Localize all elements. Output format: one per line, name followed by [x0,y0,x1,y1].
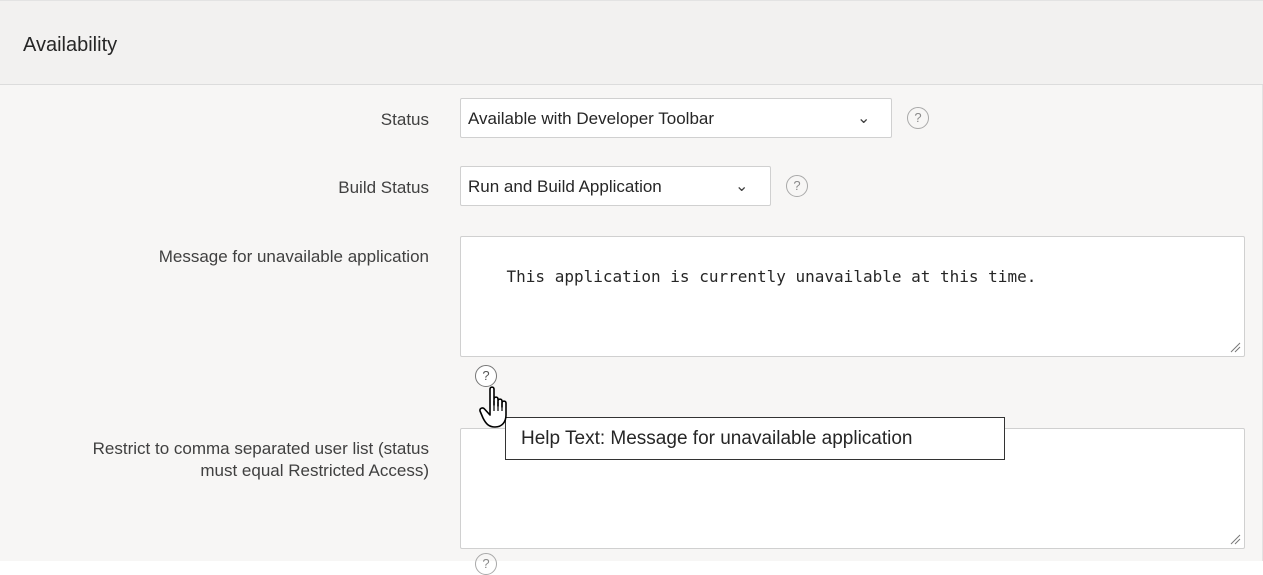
restrict-users-label: Restrict to comma separated user list (s… [0,438,429,482]
build-status-select-value: Run and Build Application [468,177,662,196]
build-status-help-icon[interactable]: ? [786,175,808,197]
build-status-label: Build Status [338,178,429,197]
unavailable-message-text: This application is currently unavailabl… [506,267,1037,286]
restrict-users-label-line1: Restrict to comma separated user list (s… [92,439,429,458]
status-label: Status [380,110,429,129]
availability-region: Availability Status Available with Devel… [0,0,1263,575]
region-title: Availability [23,34,118,56]
chevron-down-icon: ⌄ [735,178,749,195]
resize-handle-icon[interactable] [1229,533,1241,545]
resize-handle-icon[interactable] [1229,341,1241,353]
unavailable-message-textarea[interactable]: This application is currently unavailabl… [460,236,1245,357]
build-status-select[interactable]: Run and Build Application ⌄ [460,166,771,206]
region-header: Availability [0,1,1263,85]
restrict-users-help-icon[interactable]: ? [475,553,497,575]
unavailable-message-label: Message for unavailable application [158,247,429,266]
help-tooltip: Help Text: Message for unavailable appli… [505,417,1005,460]
status-select-value: Available with Developer Toolbar [468,109,715,128]
hand-pointer-icon [479,386,507,428]
restrict-users-label-line2: must equal Restricted Access) [200,461,429,480]
chevron-down-icon: ⌄ [857,110,871,127]
status-help-icon[interactable]: ? [907,107,929,129]
status-select[interactable]: Available with Developer Toolbar ⌄ [460,98,892,138]
